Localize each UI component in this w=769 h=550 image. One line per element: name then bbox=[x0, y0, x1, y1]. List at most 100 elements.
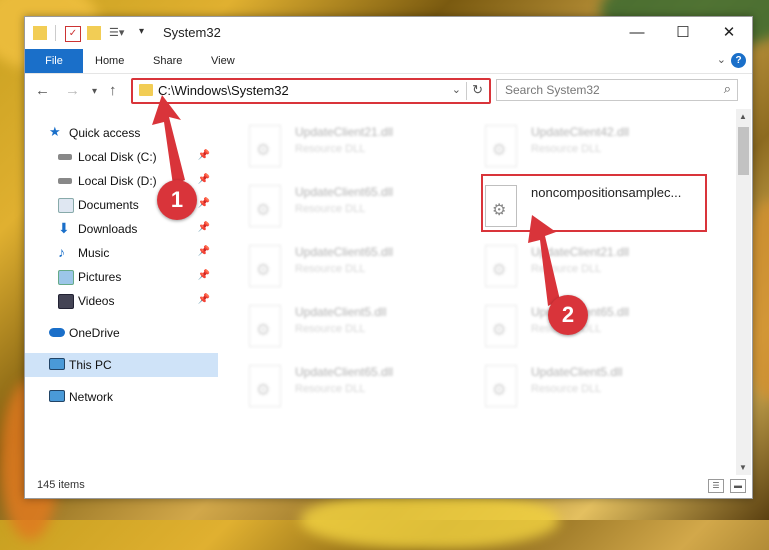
sidebar-item-label: Network bbox=[69, 390, 114, 404]
search-placeholder: Search System32 bbox=[505, 83, 600, 97]
navigation-pane: ★ Quick access Local Disk (C:) 📌 Local D… bbox=[25, 109, 220, 466]
file-item[interactable]: ⚙ UpdateClient65.dll Resource DLL bbox=[249, 363, 479, 419]
pin-icon[interactable]: 📌 bbox=[198, 150, 210, 161]
tab-share[interactable]: Share bbox=[139, 49, 196, 73]
pin-icon[interactable]: 📌 bbox=[198, 294, 210, 305]
pin-icon[interactable]: 📌 bbox=[198, 174, 210, 185]
address-bar[interactable]: C:\Windows\System32 ⌄ ↻ bbox=[131, 78, 491, 104]
file-item[interactable]: ⚙ UpdateClient42.dll Resource DLL bbox=[485, 123, 715, 179]
sidebar-item-pictures[interactable]: Pictures 📌 bbox=[25, 265, 218, 289]
sidebar-item-label: Quick access bbox=[69, 126, 141, 140]
scrollbar-thumb[interactable] bbox=[738, 127, 749, 175]
cloud-icon bbox=[49, 328, 65, 337]
sidebar-item-music[interactable]: ♪ Music 📌 bbox=[25, 241, 218, 265]
sidebar-item-this-pc[interactable]: This PC bbox=[25, 353, 218, 377]
videos-icon bbox=[58, 294, 74, 309]
pin-icon[interactable]: 📌 bbox=[198, 270, 210, 281]
new-folder-icon[interactable] bbox=[87, 26, 101, 40]
file-item[interactable]: ⚙ UpdateClient21.dll Resource DLL bbox=[249, 123, 479, 179]
file-item[interactable]: ⚙ UpdateClient5.dll Resource DLL bbox=[249, 303, 479, 359]
ribbon-tabs: File Home Share View ⌄ ? bbox=[25, 49, 752, 74]
file-item[interactable]: ⚙ UpdateClient21.dll Resource DLL bbox=[485, 243, 715, 299]
file-highlight-box bbox=[481, 174, 707, 232]
file-name: UpdateClient65.dll bbox=[295, 245, 394, 259]
file-item[interactable]: ⚙ UpdateClient65.dll Resource DLL bbox=[249, 183, 479, 239]
folder-icon bbox=[139, 84, 153, 96]
file-item[interactable]: ⚙ UpdateClient65.dll Resource DLL bbox=[249, 243, 479, 299]
file-item[interactable]: ⚙ UpdateClient65.dll Resource DLL bbox=[485, 303, 715, 359]
up-icon[interactable]: ↑ bbox=[109, 82, 117, 99]
back-icon[interactable]: ← bbox=[35, 82, 50, 99]
minimize-button[interactable]: — bbox=[614, 17, 660, 49]
pictures-icon bbox=[58, 270, 74, 285]
sidebar-item-label: Music bbox=[78, 246, 110, 260]
file-type: Resource DLL bbox=[531, 143, 602, 155]
dll-file-icon: ⚙ bbox=[249, 245, 281, 287]
file-type: Resource DLL bbox=[295, 143, 366, 155]
vertical-scrollbar[interactable]: ▲ ▼ bbox=[736, 109, 751, 475]
sidebar-item-label: Local Disk (D:) bbox=[78, 174, 157, 188]
file-name: UpdateClient5.dll bbox=[531, 365, 623, 379]
star-icon: ★ bbox=[49, 124, 61, 139]
sidebar-item-onedrive[interactable]: OneDrive bbox=[25, 321, 218, 345]
drive-icon bbox=[58, 154, 72, 160]
maximize-button[interactable]: ☐ bbox=[660, 17, 706, 49]
pin-icon[interactable]: 📌 bbox=[198, 198, 210, 209]
file-name: UpdateClient65.dll bbox=[295, 185, 394, 199]
sidebar-item-downloads[interactable]: ⬇ Downloads 📌 bbox=[25, 217, 218, 241]
details-view-icon[interactable]: ☰ bbox=[708, 479, 724, 493]
expand-ribbon-icon[interactable]: ⌄ bbox=[717, 53, 726, 66]
file-type: Resource DLL bbox=[531, 383, 602, 395]
sidebar-item-label: Documents bbox=[78, 198, 139, 212]
file-name: UpdateClient5.dll bbox=[295, 305, 387, 319]
customize-toolbar-icon[interactable]: ☰▾ bbox=[109, 26, 124, 40]
window-title: System32 bbox=[163, 25, 221, 40]
help-icon[interactable]: ? bbox=[731, 53, 746, 68]
sidebar-item-label: Pictures bbox=[78, 270, 122, 284]
search-input[interactable]: Search System32 ⌕ bbox=[496, 79, 738, 101]
drive-icon bbox=[58, 178, 72, 184]
scroll-down-icon[interactable]: ▼ bbox=[739, 463, 747, 472]
divider bbox=[466, 82, 467, 100]
dll-file-icon: ⚙ bbox=[485, 305, 517, 347]
sidebar-item-network[interactable]: Network bbox=[25, 385, 218, 409]
sidebar-item-label: Videos bbox=[78, 294, 115, 308]
dll-file-icon: ⚙ bbox=[249, 305, 281, 347]
recent-locations-icon[interactable]: ▾ bbox=[92, 86, 97, 97]
downloads-icon: ⬇ bbox=[58, 220, 70, 236]
dll-file-icon: ⚙ bbox=[249, 125, 281, 167]
forward-icon[interactable]: → bbox=[65, 82, 80, 99]
sidebar-item-label: This PC bbox=[69, 358, 112, 372]
dll-file-icon: ⚙ bbox=[485, 125, 517, 167]
file-type: Resource DLL bbox=[295, 323, 366, 335]
item-count: 145 items bbox=[37, 479, 85, 491]
file-item[interactable]: ⚙ UpdateClient5.dll Resource DLL bbox=[485, 363, 715, 419]
properties-icon[interactable]: ✓ bbox=[65, 26, 81, 42]
quick-access-dropdown-icon[interactable]: ▾ bbox=[139, 26, 144, 37]
address-dropdown-icon[interactable]: ⌄ bbox=[452, 83, 461, 96]
dll-file-icon: ⚙ bbox=[485, 245, 517, 287]
file-name: UpdateClient21.dll bbox=[531, 245, 630, 259]
address-row: ← → ▾ ↑ C:\Windows\System32 ⌄ ↻ Search S… bbox=[25, 74, 752, 108]
refresh-icon[interactable]: ↻ bbox=[472, 82, 483, 98]
large-icons-view-icon[interactable]: ▬ bbox=[730, 479, 746, 493]
tab-file[interactable]: File bbox=[25, 49, 83, 73]
sidebar-item-quick-access[interactable]: ★ Quick access bbox=[25, 121, 218, 145]
sidebar-item-label: Local Disk (C:) bbox=[78, 150, 157, 164]
pin-icon[interactable]: 📌 bbox=[198, 246, 210, 257]
explorer-window: ✓ ☰▾ ▾ System32 — ☐ ✕ File Home Share Vi… bbox=[24, 16, 753, 499]
file-type: Resource DLL bbox=[295, 203, 366, 215]
scroll-up-icon[interactable]: ▲ bbox=[739, 112, 747, 121]
search-icon: ⌕ bbox=[723, 81, 731, 96]
folder-icon bbox=[33, 26, 47, 40]
tab-home[interactable]: Home bbox=[81, 49, 138, 73]
step-badge-1: 1 bbox=[157, 180, 197, 220]
pin-icon[interactable]: 📌 bbox=[198, 222, 210, 233]
documents-icon bbox=[58, 198, 74, 213]
network-icon bbox=[49, 390, 65, 402]
file-name: UpdateClient42.dll bbox=[531, 125, 630, 139]
tab-view[interactable]: View bbox=[197, 49, 249, 73]
sidebar-item-local-disk-c[interactable]: Local Disk (C:) 📌 bbox=[25, 145, 218, 169]
close-button[interactable]: ✕ bbox=[706, 17, 752, 49]
sidebar-item-videos[interactable]: Videos 📌 bbox=[25, 289, 218, 313]
